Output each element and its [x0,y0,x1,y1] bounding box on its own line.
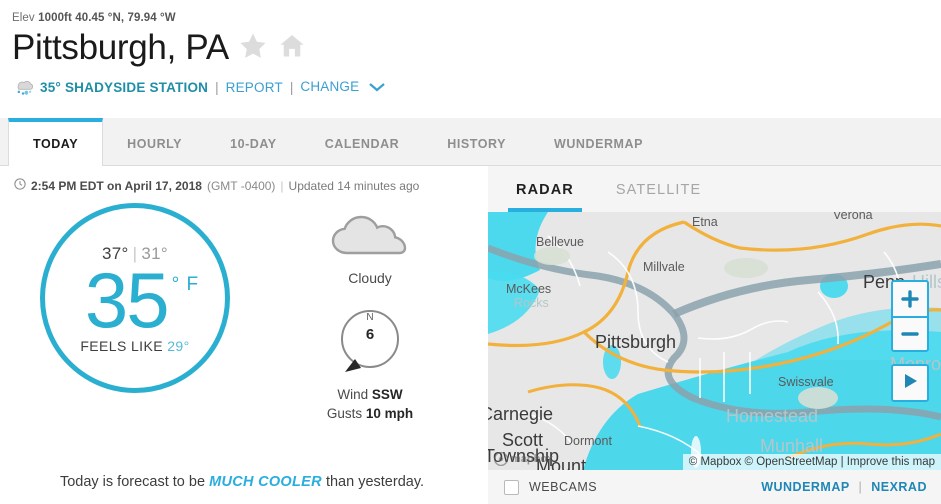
radar-footer: WEBCAMS WUNDERMAP | NEXRAD [488,470,941,504]
weather-page: Elev 1000ft 40.45 °N, 79.94 °W Pittsburg… [0,0,941,504]
play-icon [901,372,919,395]
observation-timestamp: 2:54 PM EDT on April 17, 2018 (GMT -0400… [0,166,484,193]
station-temp-name[interactable]: 35° SHADYSIDE STATION [40,80,208,95]
feels-like-row: FEELS LIKE 29° [80,338,189,354]
cloudy-icon [327,209,413,262]
forecast-highlight: MUCH COOLER [209,474,322,490]
main-tab-bar: TODAY HOURLY 10-DAY CALENDAR HISTORY WUN… [0,118,941,166]
content-area: 2:54 PM EDT on April 17, 2018 (GMT -0400… [0,166,941,504]
conditions-row: 37° | 31° 35 ° F FEELS LIKE 29° Cloudy N… [0,193,484,421]
wind-direction-value: SSW [371,387,403,402]
compass-north-label: N [366,312,374,323]
map-zoom-controls [891,280,929,352]
radar-column: RADAR SATELLITE Bellevue McKees Rocks Mi… [484,166,941,504]
header-separator-1: | [215,80,219,95]
wind-speed-value: 6 [365,326,375,343]
footer-separator: | [858,480,863,494]
tab-satellite[interactable]: SATELLITE [608,182,709,212]
page-title: Pittsburgh, PA [12,28,229,67]
temperature-circle-cell: 37° | 31° 35 ° F FEELS LIKE 29° [0,203,270,421]
observation-updated: Updated 14 minutes ago [288,178,420,193]
wind-compass: N 6 [333,304,407,378]
elevation-coordinates: Elev 1000ft 40.45 °N, 79.94 °W [12,12,941,24]
radar-panel: RADAR SATELLITE Bellevue McKees Rocks Mi… [488,166,941,504]
star-icon[interactable] [238,31,268,66]
radar-footer-links: WUNDERMAP | NEXRAD [761,480,927,494]
feels-like-label: FEELS LIKE [80,338,163,354]
condition-cell: Cloudy N 6 Wind SSW Gusts 10 mph [270,203,470,421]
temperature-circle: 37° | 31° 35 ° F FEELS LIKE 29° [40,203,230,393]
tab-hourly[interactable]: HOURLY [103,118,206,165]
degree-symbol: ° [171,274,181,295]
webcams-toggle[interactable]: WEBCAMS [504,479,598,495]
tab-calendar[interactable]: CALENDAR [301,118,424,165]
city-title-row: Pittsburgh, PA [12,27,941,69]
home-icon[interactable] [277,31,307,66]
zoom-in-button[interactable] [893,282,927,316]
current-temperature-row: 35 ° F [85,260,199,340]
nexrad-link[interactable]: NEXRAD [871,480,927,494]
chevron-down-icon [368,81,386,96]
webcams-checkbox[interactable] [504,479,519,495]
zoom-out-button[interactable] [893,316,927,350]
tab-radar[interactable]: RADAR [508,182,582,212]
station-row: 35° SHADYSIDE STATION | REPORT | CHANGE [12,76,941,99]
report-link[interactable]: REPORT [226,80,283,95]
mapbox-logo-text: mapbox [511,453,554,465]
feels-like-value: 29° [167,338,190,354]
map-attribution[interactable]: © Mapbox © OpenStreetMap | Improve this … [682,454,941,470]
forecast-before: Today is forecast to be [59,474,206,490]
webcams-label: WEBCAMS [529,480,598,494]
temperature-unit[interactable]: ° F [172,274,200,296]
radar-tab-bar: RADAR SATELLITE [488,166,941,212]
unit-letter: F [186,274,200,295]
mixed-precip-cloud-icon [12,76,34,99]
forecast-after: than yesterday. [325,474,425,490]
observation-gmt: (GMT -0400) [206,178,276,193]
clock-icon [14,178,26,193]
gusts-row: Gusts 10 mph [327,406,413,421]
header-separator-2: | [289,80,294,95]
gusts-value: 10 mph [365,406,414,421]
radar-map[interactable]: Bellevue McKees Rocks Millvale Etna Vero… [488,212,941,470]
gusts-label: Gusts [326,406,363,421]
map-graphics [488,212,941,470]
forecast-summary: Today is forecast to be MUCH COOLER than… [0,474,484,490]
change-link[interactable]: CHANGE [300,79,386,96]
tab-history[interactable]: HISTORY [423,118,530,165]
tab-10-day[interactable]: 10-DAY [206,118,301,165]
mapbox-logo[interactable]: mapbox [494,452,553,466]
elevation-values: 1000ft 40.45 °N, 79.94 °W [38,12,176,24]
page-header: Elev 1000ft 40.45 °N, 79.94 °W Pittsburg… [0,0,941,118]
current-conditions-panel: 2:54 PM EDT on April 17, 2018 (GMT -0400… [0,166,484,504]
tab-today[interactable]: TODAY [8,118,104,166]
wind-label: Wind [337,387,369,402]
change-link-label: CHANGE [300,79,360,94]
observation-divider: | [280,178,284,193]
wundermap-link[interactable]: WUNDERMAP [761,480,849,494]
tab-wundermap[interactable]: WUNDERMAP [530,118,667,165]
elevation-label: Elev [12,12,35,24]
play-animation-button[interactable] [891,364,929,402]
observation-time: 2:54 PM EDT on April 17, 2018 [31,178,202,193]
current-temperature: 35 [84,256,170,344]
condition-text: Cloudy [348,270,392,286]
wind-direction-row: Wind SSW [337,387,402,402]
